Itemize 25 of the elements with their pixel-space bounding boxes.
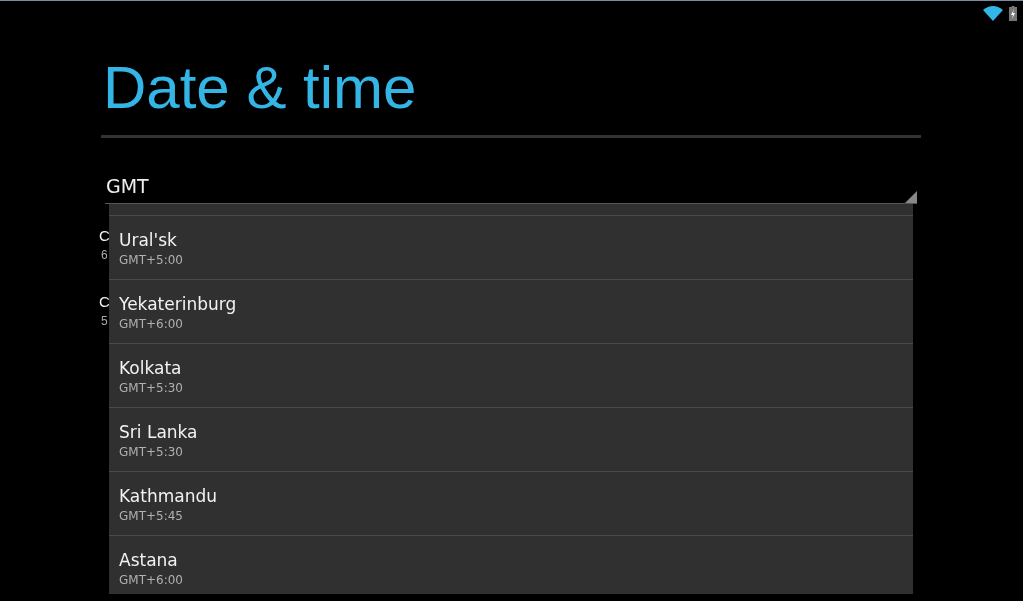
timezone-offset: GMT+5:30 xyxy=(119,444,184,461)
setting-summary: 5 xyxy=(101,314,108,328)
timezone-item[interactable]: Sri Lanka GMT+5:30 xyxy=(109,408,913,472)
page-title: Date & time xyxy=(102,53,418,123)
setting-title: C xyxy=(99,292,110,312)
timezone-item[interactable]: Astana GMT+6:00 xyxy=(109,536,913,594)
timezone-item[interactable]: Yekaterinburg GMT+6:00 xyxy=(109,280,913,344)
timezone-offset: GMT+5:45 xyxy=(119,508,184,525)
setting-title: C xyxy=(99,226,110,246)
timezone-offset: GMT+5:30 xyxy=(119,380,184,397)
timezone-offset: GMT+5:00 xyxy=(119,252,184,269)
timezone-offset: GMT+6:00 xyxy=(119,316,184,333)
setting-summary: 6 xyxy=(101,248,108,262)
timezone-offset: GMT+6:00 xyxy=(119,572,184,589)
timezone-item[interactable]: Kathmandu GMT+5:45 xyxy=(109,472,913,536)
timezone-name: Kathmandu xyxy=(119,485,219,507)
timezone-item[interactable]: Kolkata GMT+5:30 xyxy=(109,344,913,408)
battery-icon xyxy=(1009,5,1017,21)
timezone-item[interactable]: Ural'sk GMT+5:00 xyxy=(109,216,913,280)
timezone-name: Kolkata xyxy=(119,357,183,379)
timezone-name: Yekaterinburg xyxy=(119,293,238,315)
timezone-name: Astana xyxy=(119,549,179,571)
timezone-name: Sri Lanka xyxy=(119,421,199,443)
wifi-icon xyxy=(983,5,1003,21)
timezone-name: Ural'sk xyxy=(119,229,178,251)
